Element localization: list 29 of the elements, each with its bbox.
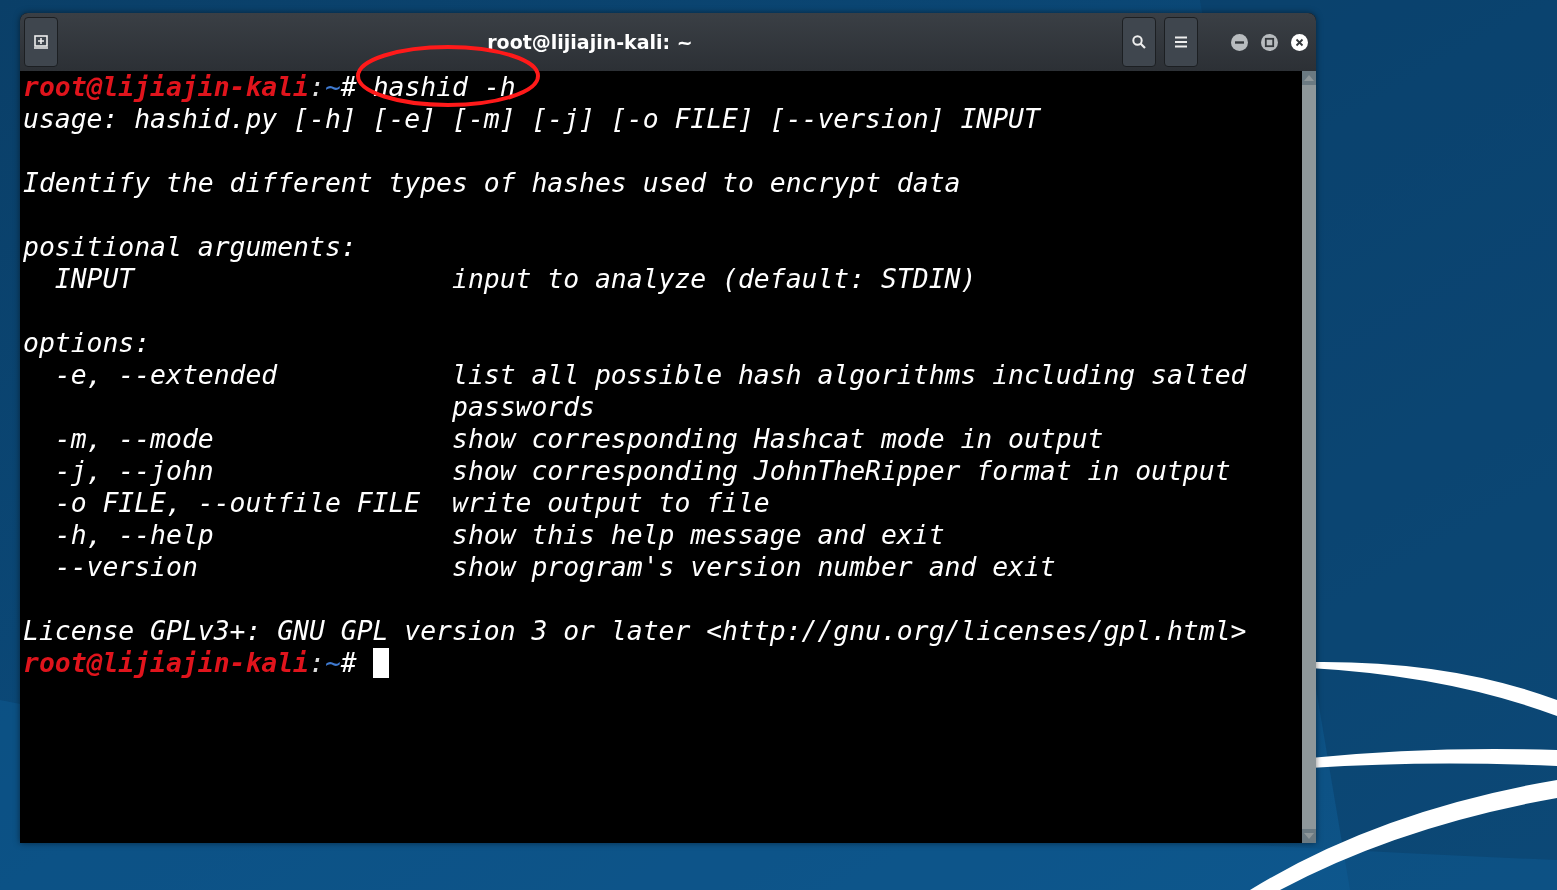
output-line: INPUT input to analyze (default: STDIN)	[53, 263, 977, 295]
minimize-icon	[1230, 33, 1248, 51]
menu-icon	[1175, 36, 1187, 48]
new-tab-button[interactable]	[24, 17, 58, 67]
search-icon	[1131, 34, 1147, 50]
close-icon	[1290, 33, 1308, 51]
minimize-button[interactable]	[1228, 31, 1250, 53]
output-line: -o FILE, --outfile FILE write output to file	[53, 487, 770, 519]
shell-prompt: root@lijiajin-kali:~#	[23, 647, 357, 679]
output-line: -m, --mode show corresponding Hashcat mode in output	[53, 423, 1104, 455]
window-title: root@lijiajin-kali: ~	[486, 31, 694, 53]
output-line: --version show program's version number and exit	[53, 551, 1056, 583]
output-line: -e, --extended list all possible hash algorithms including salted	[53, 359, 1247, 391]
new-tab-icon	[33, 34, 49, 50]
output-line: -j, --john show corresponding JohnTheRipper format in output	[53, 455, 1231, 487]
maximize-button[interactable]	[1258, 31, 1280, 53]
maximize-icon	[1260, 33, 1278, 51]
shell-prompt: root@lijiajin-kali:~#	[23, 71, 357, 103]
output-line: usage: hashid.py [-h] [-e] [-m] [-j] [-o FILE] [--version] INPUT	[23, 103, 1040, 135]
menu-button[interactable]	[1164, 17, 1198, 67]
output-line: -h, --help show this help message and exit	[53, 519, 945, 551]
close-button[interactable]	[1288, 31, 1310, 53]
command-text: hashid -h	[372, 71, 516, 103]
output-line: positional arguments:	[23, 231, 357, 263]
search-button[interactable]	[1122, 17, 1156, 67]
output-line: options:	[23, 327, 151, 359]
output-line: passwords	[451, 391, 595, 423]
output-line: License GPLv3+: GNU GPL version 3 or later <http://gnu.org/licenses/gpl.html>	[23, 615, 1247, 647]
output-line: Identify the different types of hashes used to encrypt data	[23, 167, 961, 199]
